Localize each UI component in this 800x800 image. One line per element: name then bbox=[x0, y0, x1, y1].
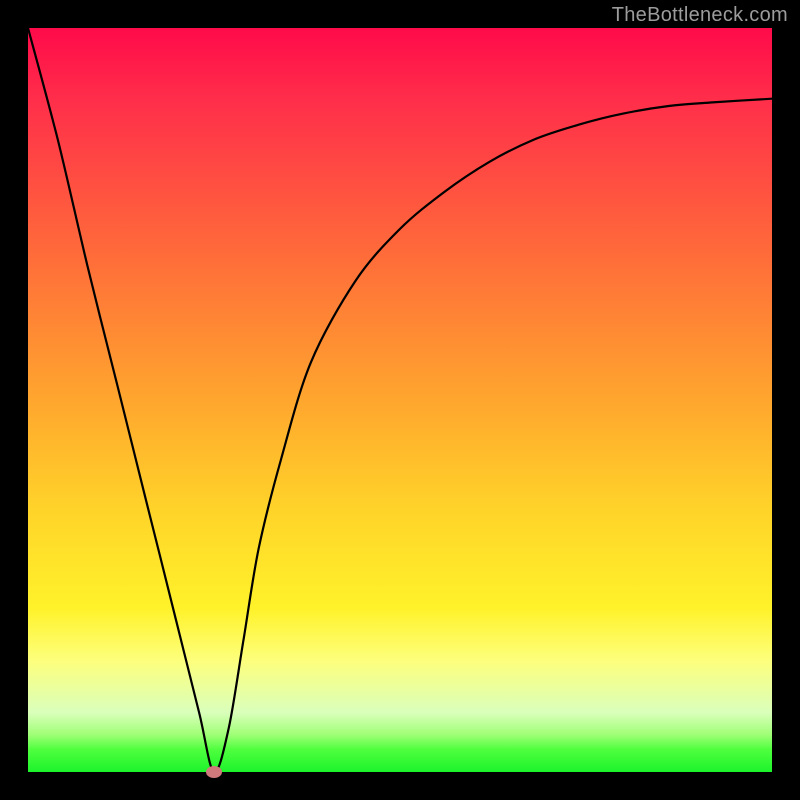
bottleneck-curve bbox=[28, 28, 772, 772]
chart-frame: TheBottleneck.com bbox=[0, 0, 800, 800]
watermark-text: TheBottleneck.com bbox=[612, 4, 788, 27]
plot-area bbox=[28, 28, 772, 772]
minimum-marker bbox=[206, 766, 222, 778]
